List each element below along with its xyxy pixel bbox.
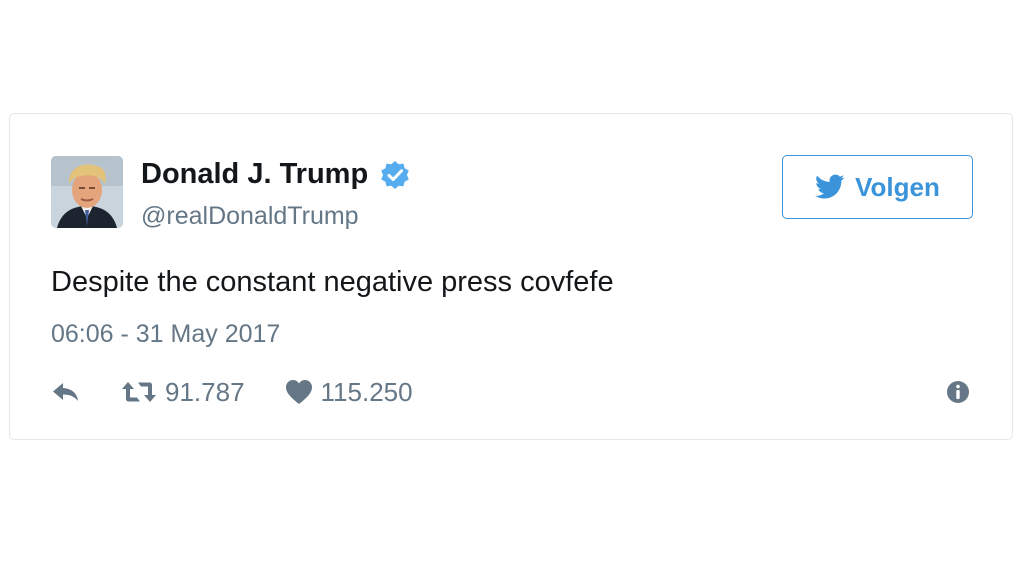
tweet-card: Donald J. Trump @realDonaldTrump Volgen …	[9, 113, 1013, 440]
info-button[interactable]	[946, 380, 970, 404]
like-button[interactable]: 115.250	[285, 377, 413, 408]
verified-badge-icon	[380, 160, 410, 190]
info-icon	[947, 381, 969, 403]
retweet-button[interactable]: 91.787	[121, 377, 245, 408]
follow-button-label: Volgen	[855, 171, 940, 202]
reply-button[interactable]	[51, 380, 81, 404]
avatar-image	[51, 156, 123, 228]
follow-button[interactable]: Volgen	[782, 155, 973, 219]
reply-icon	[53, 383, 78, 401]
retweet-count: 91.787	[165, 376, 245, 407]
twitter-bird-icon	[815, 174, 845, 199]
avatar[interactable]	[51, 156, 123, 228]
heart-icon	[285, 380, 312, 404]
author-display-name[interactable]: Donald J. Trump	[141, 158, 368, 191]
retweet-icon	[122, 382, 156, 402]
tweet-timestamp[interactable]: 06:06 - 31 May 2017	[51, 320, 280, 349]
tweet-actions: 91.787 115.250	[51, 372, 413, 412]
tweet-text: Despite the constant negative press covf…	[51, 266, 614, 298]
author-name[interactable]: Donald J. Trump	[141, 158, 410, 191]
author-handle[interactable]: @realDonaldTrump	[141, 202, 359, 231]
like-count: 115.250	[320, 376, 413, 407]
